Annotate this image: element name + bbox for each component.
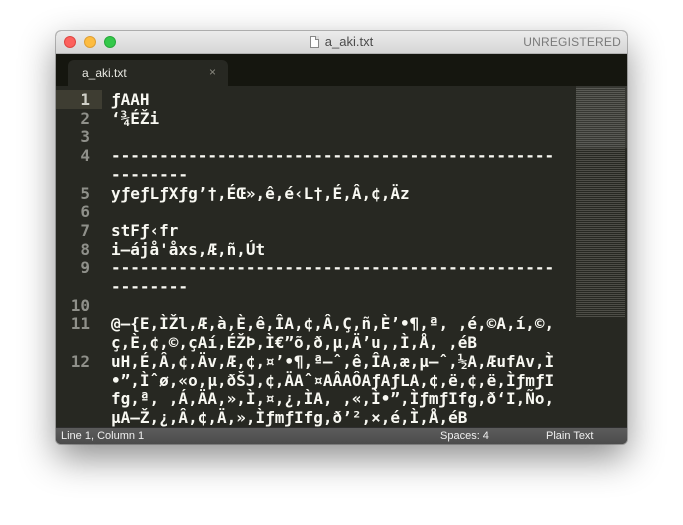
line-number: 5	[80, 183, 90, 203]
line-number: 12	[70, 351, 90, 371]
line-text: @—{E,ÌŽl,Æ,à,È,ê,ÎA,¢,Â,Ç,ñ,È’•¶,ª, ,é,©…	[111, 314, 555, 334]
editor-line[interactable]: 8 i–ájå'åxs,Æ,ñ,Út	[56, 240, 576, 259]
minimap-viewport[interactable]	[576, 86, 627, 148]
line-text: µA–Ž,¿,Â,¢,Ä,»,ÌƒmƒIfg,ð’²,×,é,Ì,Å,éB	[111, 407, 468, 427]
line-number: 9	[80, 258, 90, 278]
title-bar[interactable]: a_aki.txt UNREGISTERED	[56, 31, 627, 54]
indentation-setting[interactable]: Spaces: 4	[440, 428, 489, 444]
line-number: 1	[80, 90, 90, 109]
tab-bar: a_aki.txt ×	[56, 54, 627, 86]
line-text: ‘¾ÉŽi	[111, 108, 160, 128]
editor-line[interactable]: 10	[56, 296, 576, 315]
editor-line[interactable]: 6	[56, 202, 576, 221]
editor-line[interactable]: •”,Ìˆø,«o,µ,ðŠJ,¢,ÄAˆ¤AÂAÔAƒAƒLA,¢,ë,¢,ë…	[56, 371, 576, 390]
line-number: 2	[80, 108, 90, 128]
editor-line[interactable]: --------	[56, 277, 576, 296]
text-editor[interactable]: 1 ƒAAH 2 ‘¾ÉŽi 3 4 ---------------------------…	[56, 86, 627, 427]
line-text: uH,É,Â,¢,Äv,Æ,¢,¤’•¶,ª—ˆ,ê,ÎA,æ,µ—ˆ,½A,Æ…	[111, 351, 555, 371]
editor-line[interactable]: --------	[56, 165, 576, 184]
tab-label: a_aki.txt	[82, 66, 127, 80]
close-tab-icon[interactable]: ×	[209, 65, 216, 79]
status-bar: Line 1, Column 1 Spaces: 4 Plain Text	[56, 427, 627, 444]
line-number: 7	[80, 220, 90, 240]
line-number: 11	[70, 314, 90, 334]
line-number: 6	[80, 202, 90, 222]
editor-line[interactable]: 3	[56, 127, 576, 146]
line-text: ç,È,¢,©,çAí,ÉŽÞ,Ì€”õ,ð,µ,Ä’u,,Ì,Å, ,éB	[111, 333, 478, 353]
editor-window: a_aki.txt UNREGISTERED a_aki.txt × 1 ƒAAH…	[56, 31, 627, 444]
cursor-position[interactable]: Line 1, Column 1	[61, 428, 144, 444]
line-number: 4	[80, 146, 90, 166]
editor-line[interactable]: 5 yƒeƒLƒXƒg’†,ÉŒ»,ê,é‹L†,É,Â,¢,Äz	[56, 184, 576, 203]
line-text: ƒAAH	[111, 90, 150, 109]
line-text: --------	[111, 277, 189, 296]
document-icon	[309, 36, 319, 48]
line-text: i–ájå'åxs,Æ,ñ,Út	[111, 239, 266, 259]
editor-line[interactable]: 9 ---------------------------------------…	[56, 258, 576, 277]
line-text: stFƒ‹fr	[111, 220, 179, 240]
line-text: fg,ª, ,Á,ÄA,»,Ì,¤,¿,ÌA, ,«,Ì•”,ÌƒmƒIfg,ð…	[111, 389, 555, 409]
editor-line[interactable]: fg,ª, ,Á,ÄA,»,Ì,¤,¿,ÌA, ,«,Ì•”,ÌƒmƒIfg,ð…	[56, 389, 576, 408]
syntax-selector[interactable]: Plain Text	[546, 428, 594, 444]
editor-line[interactable]: 4 ---------------------------------------…	[56, 146, 576, 165]
editor-line[interactable]: 11 @—{E,ÌŽl,Æ,à,È,ê,ÎA,¢,Â,Ç,ñ,È’•¶,ª, ,é…	[56, 314, 576, 333]
line-text: yƒeƒLƒXƒg’†,ÉŒ»,ê,é‹L†,É,Â,¢,Äz	[111, 183, 410, 203]
editor-line[interactable]: ç,È,¢,©,çAí,ÉŽÞ,Ì€”õ,ð,µ,Ä’u,,Ì,Å, ,éB	[56, 333, 576, 352]
tab-a-aki[interactable]: a_aki.txt ×	[68, 60, 228, 86]
line-text: --------	[111, 164, 189, 184]
window-title-text: a_aki.txt	[324, 34, 374, 49]
line-number: 10	[70, 295, 90, 315]
editor-line[interactable]: 2 ‘¾ÉŽi	[56, 109, 576, 128]
editor-line[interactable]: 7 stFƒ‹fr	[56, 221, 576, 240]
editor-line[interactable]: 1 ƒAAH	[56, 90, 576, 109]
editor-line[interactable]: µA–Ž,¿,Â,¢,Ä,»,ÌƒmƒIfg,ð’²,×,é,Ì,Å,éB	[56, 408, 576, 427]
line-text: ----------------------------------------…	[111, 258, 555, 278]
line-text: ----------------------------------------…	[111, 146, 555, 166]
line-number: 8	[80, 239, 90, 259]
line-number: 3	[80, 127, 90, 147]
unregistered-label: UNREGISTERED	[523, 35, 621, 49]
editor-line[interactable]: 12 uH,É,Â,¢,Äv,Æ,¢,¤’•¶,ª—ˆ,ê,ÎA,æ,µ—ˆ,½A…	[56, 352, 576, 371]
line-text: •”,Ìˆø,«o,µ,ðŠJ,¢,ÄAˆ¤AÂAÔAƒAƒLA,¢,ë,¢,ë…	[111, 370, 555, 390]
